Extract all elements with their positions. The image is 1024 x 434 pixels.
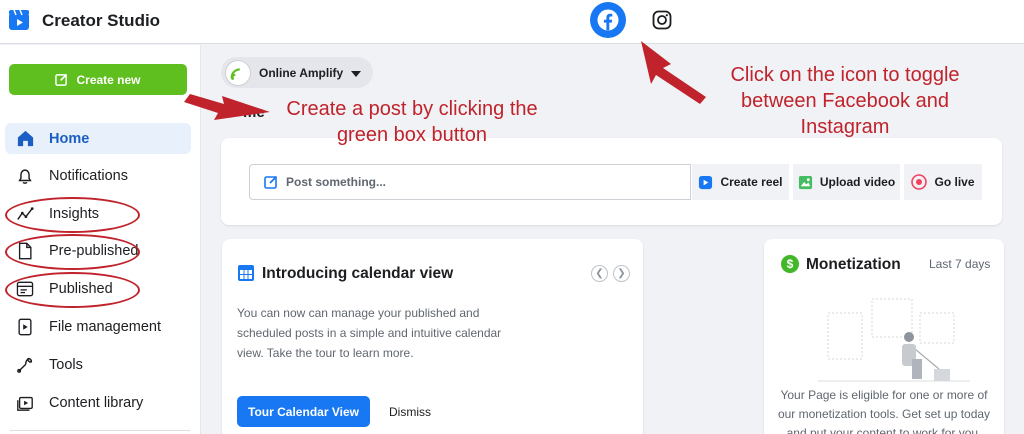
upload-video-label: Upload video — [819, 175, 896, 189]
toggle-annotation: Click on the icon to toggle between Face… — [730, 64, 960, 138]
go-live-label: Go live — [934, 175, 975, 189]
tour-calendar-view-button[interactable]: Tour Calendar View — [237, 396, 370, 427]
live-icon — [911, 174, 928, 190]
tools-icon — [15, 355, 35, 375]
page-name: Online Amplify — [259, 65, 344, 80]
create-post-annotation: Create a post by clicking the green box … — [286, 98, 538, 146]
calendar-card-description: You can now can manage your published an… — [237, 306, 502, 360]
dollar-icon: $ — [781, 255, 799, 273]
published-highlight-ring — [5, 272, 140, 308]
monetization-description: Your Page is eligible for one or more of… — [777, 388, 991, 434]
monetization-period: Last 7 days — [929, 257, 991, 271]
app-title: Creator Studio — [42, 11, 161, 30]
create-reel-button[interactable]: Create reel — [692, 164, 789, 200]
sidebar-item-file-management[interactable]: File management — [5, 311, 191, 342]
calendar-view-card: Introducing calendar view ❮ ❯ You can no… — [222, 239, 643, 434]
create-new-button[interactable]: Create new — [9, 64, 187, 95]
sidebar-item-label: Home — [49, 130, 90, 147]
file-video-icon — [15, 317, 35, 337]
facebook-icon — [597, 9, 619, 31]
sidebar-item-label: File management — [49, 318, 162, 335]
monetization-title: Monetization — [806, 256, 901, 273]
page-avatar — [225, 59, 251, 86]
sidebar-item-label: Content library — [49, 394, 144, 411]
post-composer-card: Post something... Create reel Upload vid… — [221, 138, 1002, 225]
pre-published-highlight-ring — [5, 234, 140, 270]
upload-video-button[interactable]: Upload video — [793, 164, 900, 200]
sidebar-item-content-library[interactable]: Content library — [5, 387, 191, 418]
home-icon — [15, 129, 35, 149]
compose-icon — [264, 175, 278, 189]
monetization-illustration — [818, 298, 970, 382]
insights-highlight-ring — [5, 197, 140, 233]
monetization-card: $ Monetization Last 7 days Your Page is … — [764, 239, 1004, 434]
dismiss-button[interactable]: Dismiss — [382, 396, 438, 427]
chevron-down-icon — [351, 66, 362, 80]
top-bar: Creator Studio — [0, 0, 1024, 44]
page-selector[interactable]: Online Amplify — [221, 57, 373, 88]
instagram-toggle-button[interactable] — [650, 8, 674, 32]
sidebar-item-home[interactable]: Home — [5, 123, 191, 154]
create-reel-label: Create reel — [720, 175, 783, 189]
next-chevron-icon[interactable]: ❯ — [613, 265, 630, 282]
library-icon — [15, 393, 35, 413]
calendar-icon — [238, 265, 254, 281]
creator-studio-logo-icon — [8, 9, 30, 31]
instagram-icon — [652, 10, 672, 30]
sidebar-divider — [10, 430, 190, 431]
photo-video-icon — [798, 175, 812, 189]
compose-icon — [55, 73, 68, 86]
bell-icon — [15, 166, 35, 186]
reel-icon — [699, 175, 713, 189]
sidebar-item-tools[interactable]: Tools — [5, 349, 191, 380]
calendar-card-title: Introducing calendar view — [262, 265, 454, 282]
create-new-label: Create new — [76, 72, 141, 87]
arrow-to-facebook-icon — [641, 41, 706, 104]
sidebar-item-label: Tools — [49, 356, 83, 373]
previous-chevron-icon[interactable]: ❮ — [591, 265, 608, 282]
post-placeholder: Post something... — [286, 175, 387, 189]
go-live-button[interactable]: Go live — [904, 164, 982, 200]
sidebar-item-notifications[interactable]: Notifications — [5, 160, 191, 191]
sidebar-item-label: Notifications — [49, 167, 128, 184]
facebook-toggle-button[interactable] — [590, 2, 626, 38]
post-something-input[interactable]: Post something... — [249, 164, 691, 200]
